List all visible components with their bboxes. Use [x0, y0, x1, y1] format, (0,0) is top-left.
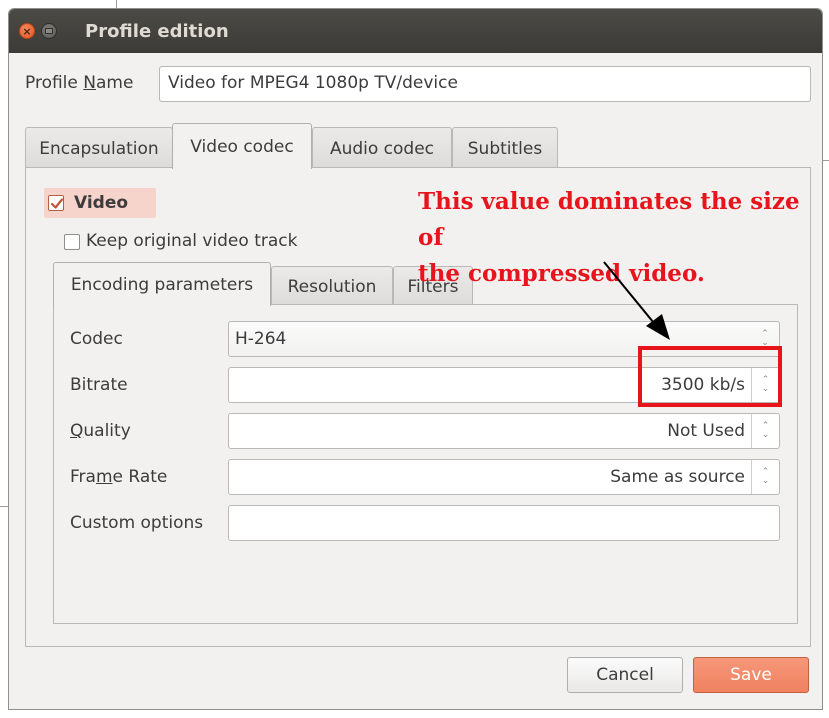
- frame-rate-value: Same as source: [610, 467, 745, 487]
- custom-options-label: Custom options: [70, 513, 204, 533]
- bitrate-highlight-box: [638, 346, 782, 407]
- background-line: [116, 0, 117, 8]
- background-line: [823, 160, 829, 161]
- keep-original-label: Keep original video track: [86, 231, 298, 251]
- save-button[interactable]: Save: [693, 657, 809, 693]
- frame-rate-spinbox[interactable]: Same as source ⌃ ⌄: [228, 459, 780, 495]
- cancel-button[interactable]: Cancel: [567, 657, 683, 693]
- profile-name-label: Profile Name: [25, 73, 134, 93]
- video-checkbox[interactable]: [48, 195, 64, 211]
- video-checkbox-row[interactable]: Video: [44, 188, 156, 218]
- check-icon: [50, 198, 64, 209]
- quality-spinbox[interactable]: Not Used ⌃ ⌄: [228, 413, 780, 449]
- video-label: Video: [74, 193, 129, 213]
- custom-options-input[interactable]: [228, 505, 780, 541]
- title-bar: × Profile edition: [9, 9, 822, 53]
- tab-audio-codec[interactable]: Audio codec: [312, 127, 452, 169]
- quality-label: Quality: [70, 421, 131, 441]
- tab-encapsulation[interactable]: Encapsulation: [25, 127, 173, 169]
- spin-arrows-icon[interactable]: ⌃ ⌄: [751, 414, 779, 448]
- close-icon[interactable]: ×: [19, 23, 35, 39]
- annotation-line-1: This value dominates the size of: [418, 188, 800, 251]
- frame-rate-label: Frame Rate: [70, 467, 168, 487]
- spin-arrows-icon[interactable]: ⌃ ⌄: [751, 460, 779, 494]
- window-title: Profile edition: [85, 21, 229, 42]
- keep-original-checkbox[interactable]: [64, 234, 80, 250]
- bitrate-label: Bitrate: [70, 375, 128, 395]
- codec-value: H-264: [235, 329, 287, 349]
- tab-encoding-parameters[interactable]: Encoding parameters: [53, 262, 271, 306]
- profile-name-input[interactable]: Video for MPEG4 1080p TV/device: [159, 66, 811, 102]
- tab-resolution[interactable]: Resolution: [271, 266, 393, 306]
- minimize-icon[interactable]: [41, 23, 57, 39]
- tab-video-codec[interactable]: Video codec: [172, 123, 312, 169]
- quality-value: Not Used: [667, 421, 745, 441]
- codec-label: Codec: [70, 329, 123, 349]
- tab-subtitles[interactable]: Subtitles: [452, 127, 558, 169]
- background-line: [0, 506, 8, 507]
- annotation-arrow-icon: [603, 261, 670, 340]
